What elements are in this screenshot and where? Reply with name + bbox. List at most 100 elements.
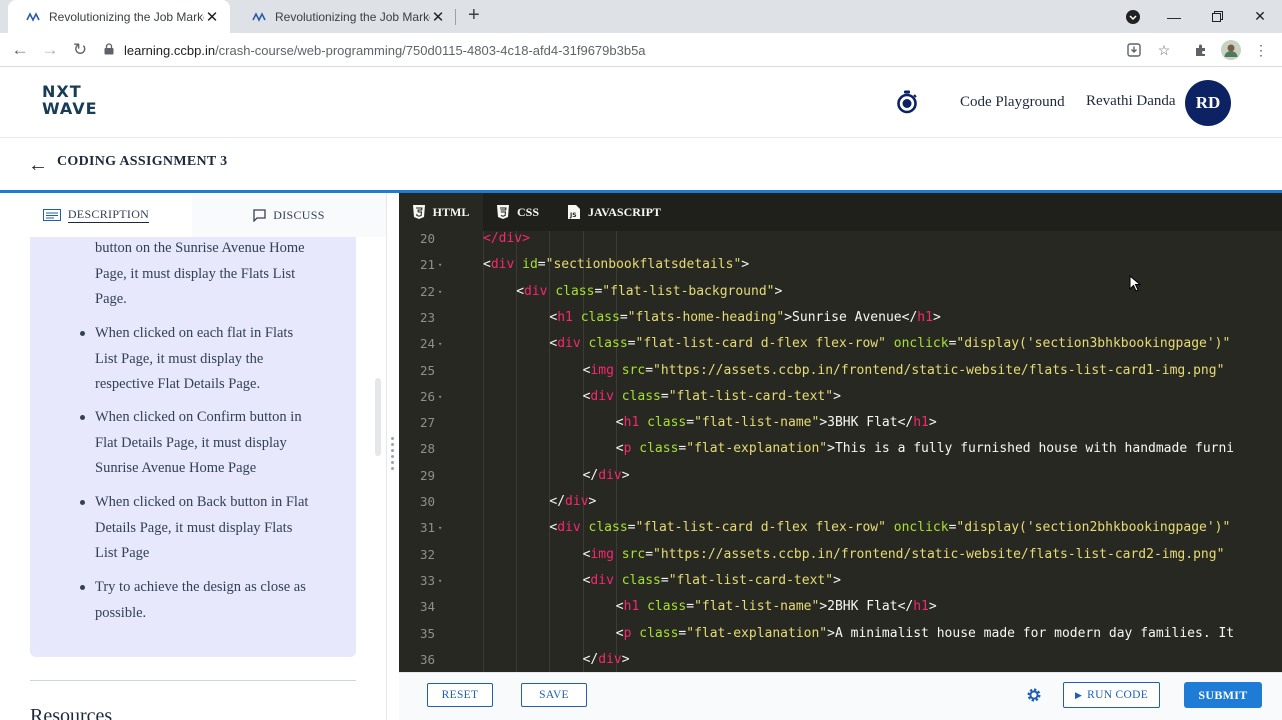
user-name[interactable]: Revathi Danda	[1086, 93, 1176, 110]
code-token: div	[557, 520, 581, 536]
lock-icon	[104, 42, 114, 58]
settings-gear-icon[interactable]	[1026, 687, 1042, 708]
fold-toggle-icon[interactable]: ▾	[438, 515, 442, 541]
code-token: >	[932, 309, 941, 325]
install-app-icon[interactable]	[1123, 39, 1145, 61]
code-token: "flat-list-card d-flex flex-row"	[635, 520, 886, 536]
code-line: 33 ▾ <div class="flat-list-card-text">	[399, 568, 1282, 594]
line-number: 25	[419, 362, 435, 378]
url-field[interactable]: learning.ccbp.in/crash-course/web-progra…	[104, 36, 1149, 64]
submit-button[interactable]: SUBMIT	[1184, 682, 1262, 708]
run-code-button[interactable]: ▶ RUN CODE	[1063, 682, 1160, 708]
description-line: button on the Sunrise Avenue Home	[95, 240, 305, 256]
code-token: class	[621, 572, 661, 588]
profile-avatar-icon[interactable]	[1220, 39, 1242, 61]
grip-dot	[391, 455, 394, 458]
user-avatar[interactable]: RD	[1185, 80, 1231, 126]
code-token: div	[598, 467, 622, 483]
reload-icon[interactable]: ↻	[68, 38, 92, 62]
line-number: 26	[419, 388, 435, 404]
grip-dot	[391, 467, 394, 470]
code-token: "flat-list-name"	[694, 415, 820, 431]
line-number: 36	[419, 651, 435, 667]
tab-search-icon[interactable]	[1111, 0, 1155, 33]
close-window-icon[interactable]: ✕	[1238, 0, 1282, 33]
code-token: =	[686, 415, 695, 431]
play-icon: ▶	[1074, 689, 1083, 700]
code-token: onclick	[893, 336, 949, 352]
bookmark-star-icon[interactable]: ☆	[1153, 39, 1175, 61]
url-path: /crash-course/web-programming/750d0115-4…	[215, 42, 646, 58]
browser-tab[interactable]: Revolutionizing the Job Market | ✕	[234, 0, 456, 33]
reset-button[interactable]: RESET	[427, 683, 493, 707]
line-number: 24	[419, 336, 435, 352]
minimize-icon[interactable]: —	[1152, 0, 1196, 33]
code-token: "sectionbookflatsdetails"	[545, 257, 742, 273]
description-line: respective Flat Details Page.	[95, 376, 261, 392]
close-tab-icon[interactable]: ✕	[430, 8, 446, 26]
fold-toggle-icon[interactable]: ▾	[438, 331, 442, 357]
tab-discuss[interactable]: DISCUSS	[192, 193, 386, 237]
code-token: "https://assets.ccbp.in/frontend/static-…	[653, 546, 1225, 562]
description-line: When clicked on Confirm button in	[95, 409, 302, 425]
forward-icon[interactable]: →	[38, 38, 62, 62]
line-number: 27	[419, 415, 435, 431]
code-token: div	[590, 572, 614, 588]
description-line: Details Page, it must display Flats	[95, 519, 293, 536]
line-number: 30	[419, 494, 435, 509]
back-arrow-icon[interactable]: ←	[28, 154, 48, 177]
code-token: class	[647, 599, 687, 615]
code-area[interactable]: 20 </div> 21 ▾ <div id="sectionbookflatsdeta…	[399, 231, 1282, 672]
fold-toggle-icon[interactable]: ▾	[438, 279, 442, 305]
maximize-icon[interactable]	[1195, 0, 1239, 33]
code-line: 21 ▾ <div id="sectionbookflatsdetails">	[399, 252, 1282, 278]
line-number: 31	[419, 520, 435, 536]
code-token: >2BHK Flat</	[819, 599, 914, 615]
extensions-icon[interactable]	[1190, 39, 1212, 61]
browser-menu-icon[interactable]: ⋮	[1250, 39, 1272, 61]
code-token: "flat-explanation"	[686, 625, 828, 641]
line-number: 22	[419, 283, 435, 299]
description-scrollbar[interactable]	[375, 378, 381, 456]
code-token: "flat-list-card d-flex flex-row"	[635, 336, 886, 352]
line-number: 20	[419, 231, 435, 246]
fold-toggle-icon[interactable]: ▾	[438, 568, 442, 594]
run-code-label: RUN CODE	[1087, 689, 1149, 701]
description-item: When clicked on Confirm button in Flat D…	[95, 405, 335, 482]
nxtwave-logo[interactable]: NXT WAVE	[42, 83, 98, 117]
code-line: 24 ▾ <div class="flat-list-card d-flex fle…	[399, 331, 1282, 357]
description-line: When clicked on Back button in Flat	[95, 494, 309, 510]
tab-description-label: DESCRIPTION	[67, 207, 150, 223]
panel-resize-handle[interactable]	[386, 193, 399, 720]
stopwatch-icon[interactable]	[896, 90, 918, 114]
code-token: div	[598, 651, 622, 667]
code-token: </	[582, 467, 599, 483]
code-token: class	[647, 415, 687, 431]
code-token: </	[483, 231, 499, 246]
editor-action-bar: RESET SAVE ▶ RUN CODE SUBMIT	[399, 672, 1282, 720]
code-text: <div id="sectionbookflatsdetails">	[483, 252, 749, 278]
line-number: 33	[419, 572, 435, 588]
tab-description[interactable]: DESCRIPTION	[0, 193, 192, 237]
close-tab-icon[interactable]: ✕	[204, 8, 220, 26]
code-token: >	[928, 415, 937, 431]
new-tab-icon[interactable]: +	[468, 4, 480, 27]
save-button[interactable]: SAVE	[521, 683, 587, 707]
code-playground-link[interactable]: Code Playground	[960, 94, 1065, 111]
code-token: =	[627, 336, 636, 352]
fold-toggle-icon[interactable]: ▾	[438, 252, 442, 278]
code-token: >Sunrise Avenue</	[784, 309, 918, 325]
fold-toggle-icon[interactable]: ▾	[438, 384, 442, 410]
code-text: </div>	[583, 463, 630, 489]
code-token: src	[621, 546, 646, 562]
code-line: 23 <h1 class="flats-home-heading">Sunrise…	[399, 305, 1282, 331]
chat-bubble-icon	[253, 208, 266, 222]
back-icon[interactable]: ←	[8, 38, 32, 62]
browser-tab-active[interactable]: Revolutionizing the Job Market | ✕	[8, 0, 230, 33]
